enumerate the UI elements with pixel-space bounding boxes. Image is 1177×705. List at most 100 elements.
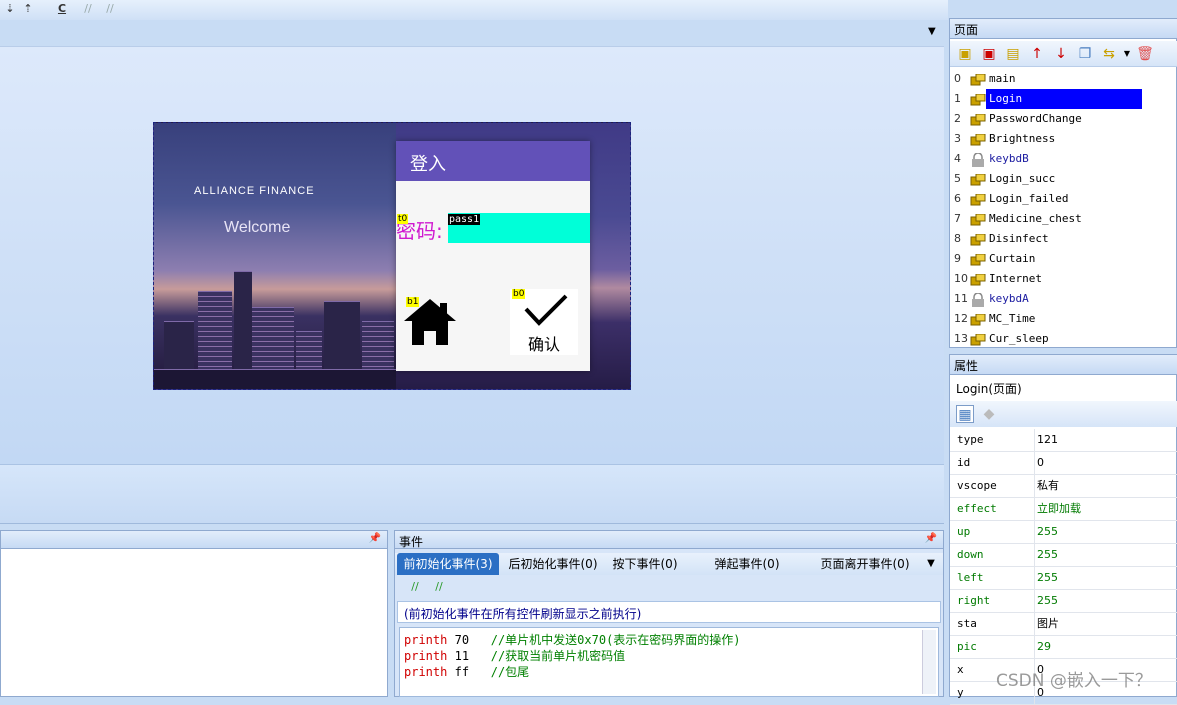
page-item[interactable]: 6 Login_failed [950, 189, 1177, 209]
tab-press[interactable]: 按下事件(0) [607, 553, 683, 575]
page-number: 12 [954, 312, 968, 325]
insert-page-icon[interactable]: ▤ [1004, 45, 1022, 63]
column-divider [1034, 452, 1035, 475]
page-item[interactable]: 0 main [950, 69, 1177, 89]
properties-toolbar: ▦ ◆ [950, 401, 1177, 427]
page-item[interactable]: 8 Disinfect [950, 229, 1177, 249]
delete-page-icon[interactable]: ▣ [980, 45, 998, 63]
page-number: 11 [954, 292, 968, 305]
move-down-icon[interactable]: ↓ [1052, 45, 1070, 63]
chevron-down-icon[interactable]: ▼ [1118, 45, 1136, 63]
page-icon [970, 233, 986, 246]
code-editor[interactable]: printh 70 //单片机中发送0x70(表示在密码界面的操作) print… [399, 627, 939, 697]
property-row[interactable]: left 255 [950, 567, 1177, 590]
brand-text: ALLIANCE FINANCE [194, 185, 315, 197]
sort-down-icon[interactable]: ⇣ [2, 1, 18, 17]
pin-icon[interactable]: 📌 [369, 533, 381, 544]
sort-up-icon[interactable]: ⇡ [20, 1, 36, 17]
property-row[interactable]: up 255 [950, 521, 1177, 544]
page-item[interactable]: 2 PasswordChange [950, 109, 1177, 129]
property-row[interactable]: down 255 [950, 544, 1177, 567]
property-value[interactable]: 图片 [1037, 613, 1059, 635]
uncomment-icon[interactable]: // [431, 579, 447, 595]
tab-page-leave[interactable]: 页面离开事件(0) [815, 553, 915, 575]
properties-subtitle: Login(页面) [956, 382, 1022, 396]
page-item[interactable]: 3 Brightness [950, 129, 1177, 149]
property-value[interactable]: 0 [1037, 452, 1044, 474]
property-value[interactable]: 255 [1037, 521, 1058, 543]
page-number: 2 [954, 112, 961, 125]
add-page-icon[interactable]: ▣ [956, 45, 974, 63]
property-row[interactable]: right 255 [950, 590, 1177, 613]
property-value[interactable]: 255 [1037, 544, 1058, 566]
page-item[interactable]: 1 Login [950, 89, 1177, 109]
hmi-login-screen[interactable]: ALLIANCE FINANCE Welcome 登入 密码: t0 pass1… [153, 122, 631, 390]
property-value[interactable]: 255 [1037, 590, 1058, 612]
export-page-icon[interactable]: ⇆ [1100, 45, 1118, 63]
tabs-dropdown-icon[interactable]: ▼ [923, 553, 939, 575]
copy-page-icon[interactable]: ❐ [1076, 45, 1094, 63]
chevron-down-icon[interactable]: ▼ [928, 26, 940, 38]
property-row[interactable]: sta 图片 [950, 613, 1177, 636]
page-item[interactable]: 12 MC_Time [950, 309, 1177, 329]
page-number: 3 [954, 132, 961, 145]
comment-icon[interactable]: // [80, 1, 96, 17]
column-divider [1034, 613, 1035, 636]
column-divider [1034, 475, 1035, 498]
top-toolbar: ⇣ ⇡ C // // [0, 0, 948, 20]
property-value[interactable]: 29 [1037, 636, 1051, 658]
comment-icon[interactable]: // [407, 579, 423, 595]
trash-icon[interactable]: 🗑 [1136, 45, 1154, 63]
page-number: 8 [954, 232, 961, 245]
property-key: right [957, 594, 991, 607]
page-name: main [989, 72, 1016, 85]
column-divider [1034, 636, 1035, 659]
tab-post-init[interactable]: 后初始化事件(0) [503, 553, 603, 575]
page-item[interactable]: 4 keybdB [950, 149, 1177, 169]
property-row[interactable]: vscope 私有 [950, 475, 1177, 498]
property-key: vscope [957, 479, 997, 492]
output-panel: 📌 [0, 530, 388, 697]
property-value[interactable]: 立即加载 [1037, 498, 1081, 520]
page-number: 5 [954, 172, 961, 185]
page-number: 1 [954, 92, 961, 105]
page-item[interactable]: 9 Curtain [950, 249, 1177, 269]
page-icon [970, 253, 986, 266]
property-value[interactable]: 255 [1037, 567, 1058, 589]
page-item[interactable]: 10 Internet [950, 269, 1177, 289]
page-icon [970, 93, 986, 106]
page-icon [970, 213, 986, 226]
page-item[interactable]: 11 keybdA [950, 289, 1177, 309]
categorized-view-icon[interactable]: ▦ [956, 405, 974, 423]
tab-release[interactable]: 弹起事件(0) [709, 553, 785, 575]
property-row[interactable]: effect 立即加载 [950, 498, 1177, 521]
password-value: pass1 [448, 214, 481, 225]
properties-panel: 属性 Login(页面) ▦ ◆ type 121 id 0 vscope 私有 effec… [949, 354, 1177, 705]
page-icon [970, 133, 986, 146]
login-title: 登入 [396, 141, 590, 181]
move-up-icon[interactable]: ↑ [1028, 45, 1046, 63]
page-number: 13 [954, 332, 968, 345]
pages-panel: 页面 ▣ ▣ ▤ ↑ ↓ ❐ ⇆ ▼ 🗑 0 main 1 Login 2 Passwor… [949, 18, 1177, 348]
uncomment-icon[interactable]: // [102, 1, 118, 17]
pin-icon[interactable]: 📌 [925, 533, 937, 544]
property-key: down [957, 548, 984, 561]
page-item[interactable]: 5 Login_succ [950, 169, 1177, 189]
property-row[interactable]: id 0 [950, 452, 1177, 475]
events-panel: 事件 📌 前初始化事件(3) 后初始化事件(0) 按下事件(0) 弹起事件(0)… [394, 530, 944, 697]
column-divider [1034, 567, 1035, 590]
code-scrollbar[interactable] [922, 630, 936, 694]
page-item[interactable]: 13 Cur_sleep [950, 329, 1177, 349]
welcome-text: Welcome [224, 219, 291, 236]
property-value[interactable]: 121 [1037, 429, 1058, 451]
property-key: left [957, 571, 984, 584]
property-row[interactable]: type 121 [950, 429, 1177, 452]
code-line: printh 70 //单片机中发送0x70(表示在密码界面的操作) [404, 633, 741, 647]
toolbar-c-button[interactable]: C [54, 1, 70, 17]
page-name: Disinfect [989, 232, 1049, 245]
property-pages-icon[interactable]: ◆ [980, 405, 998, 423]
tab-pre-init[interactable]: 前初始化事件(3) [397, 553, 499, 575]
property-row[interactable]: pic 29 [950, 636, 1177, 659]
page-item[interactable]: 7 Medicine_chest [950, 209, 1177, 229]
property-value[interactable]: 私有 [1037, 475, 1059, 497]
